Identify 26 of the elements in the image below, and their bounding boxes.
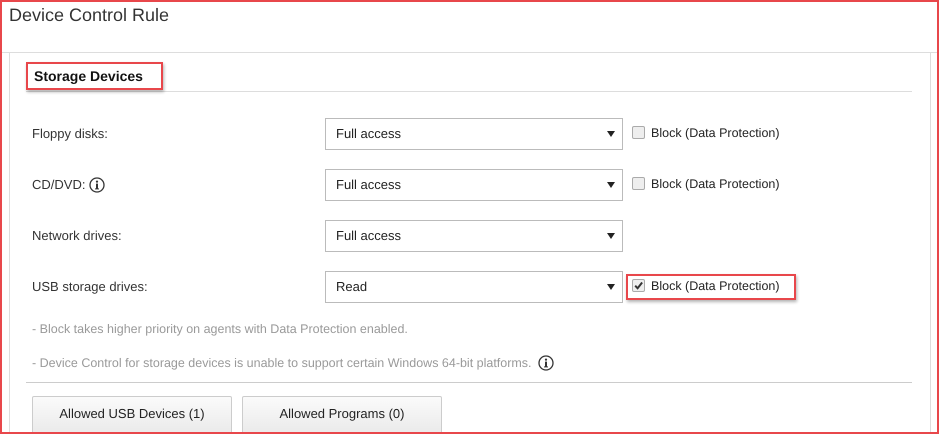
- block-option[interactable]: Block (Data Protection): [626, 120, 796, 146]
- access-dropdown[interactable]: Full access: [325, 118, 623, 150]
- checkbox[interactable]: [632, 279, 645, 292]
- list-button[interactable]: Allowed Programs (0): [242, 396, 442, 432]
- field-label: USB storage drives:: [32, 279, 148, 294]
- info-icon[interactable]: [538, 355, 554, 371]
- block-option[interactable]: Block (Data Protection): [626, 274, 796, 300]
- checkbox[interactable]: [632, 177, 645, 190]
- access-dropdown[interactable]: Full access: [325, 220, 623, 252]
- field-label: Network drives:: [32, 228, 122, 243]
- caret-icon: [607, 284, 615, 290]
- field-label: CD/DVD:: [32, 177, 86, 192]
- caret-icon: [607, 232, 615, 238]
- note-text: - Block takes higher priority on agents with Data Protection enabled.: [32, 322, 408, 336]
- info-icon[interactable]: [89, 176, 106, 192]
- checkbox[interactable]: [632, 126, 645, 139]
- field-label: Floppy disks:: [32, 126, 108, 141]
- caret-icon: [607, 182, 615, 188]
- note-text: - Device Control for storage devices is unable to support certain Windows 64-bit platforms.: [32, 356, 532, 370]
- block-option[interactable]: Block (Data Protection): [626, 172, 796, 198]
- section-heading: Storage Devices: [26, 62, 163, 90]
- access-dropdown[interactable]: Full access: [325, 168, 623, 200]
- window-title: Device Control Rule: [2, 2, 937, 53]
- access-dropdown[interactable]: Read: [325, 270, 623, 302]
- caret-icon: [607, 130, 615, 136]
- list-button[interactable]: Allowed USB Devices (1): [32, 396, 232, 432]
